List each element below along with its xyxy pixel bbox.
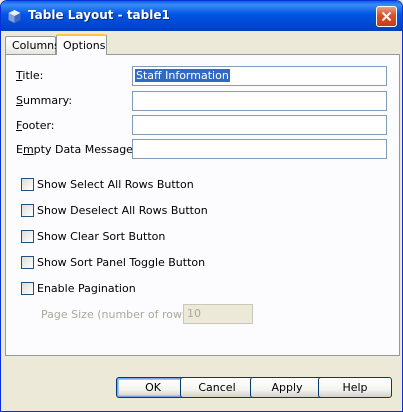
tab-options-label: Options bbox=[63, 39, 106, 52]
tab-columns[interactable]: Columns bbox=[5, 36, 60, 54]
summary-field[interactable] bbox=[132, 91, 387, 111]
title-field[interactable]: Staff Information bbox=[132, 66, 387, 86]
title-bar[interactable]: Table Layout - table1 bbox=[1, 1, 402, 31]
checkbox-box[interactable] bbox=[21, 178, 34, 191]
checkbox-label: Show Clear Sort Button bbox=[37, 230, 166, 243]
empty-data-message-field[interactable] bbox=[132, 139, 387, 159]
title-label: Title: bbox=[16, 69, 44, 82]
options-panel: Title: Staff Information Summary: Footer… bbox=[5, 54, 400, 356]
title-field-value: Staff Information bbox=[135, 69, 230, 82]
empty-data-message-label: Empty Data Message: bbox=[16, 143, 137, 156]
cancel-button[interactable]: Cancel bbox=[180, 377, 254, 398]
footer-field[interactable] bbox=[132, 115, 387, 135]
checkbox-box[interactable] bbox=[21, 230, 34, 243]
page-size-field: 10 bbox=[183, 304, 253, 324]
ok-button[interactable]: OK bbox=[116, 377, 190, 398]
checkbox-box[interactable] bbox=[21, 256, 34, 269]
page-size-label: Page Size (number of rows): bbox=[41, 308, 196, 321]
checkbox-label: Show Sort Panel Toggle Button bbox=[37, 256, 206, 269]
close-button[interactable] bbox=[376, 6, 397, 27]
tab-options[interactable]: Options bbox=[56, 34, 107, 55]
checkbox-label: Enable Pagination bbox=[37, 282, 136, 295]
checkbox-box[interactable] bbox=[21, 282, 34, 295]
checkbox-box[interactable] bbox=[21, 204, 34, 217]
apply-button[interactable]: Apply bbox=[250, 377, 324, 398]
footer-label: Footer: bbox=[16, 119, 55, 132]
close-icon bbox=[381, 11, 392, 22]
summary-label: Summary: bbox=[16, 94, 73, 107]
tab-columns-label: Columns bbox=[12, 39, 60, 52]
dialog-window: Table Layout - table1 Columns Options Ti… bbox=[0, 0, 403, 412]
checkbox-label: Show Select All Rows Button bbox=[37, 178, 194, 191]
checkbox-label: Show Deselect All Rows Button bbox=[37, 204, 208, 217]
tab-bar: Columns Options bbox=[5, 34, 400, 55]
help-button[interactable]: Help bbox=[318, 377, 392, 398]
app-cube-icon bbox=[8, 10, 21, 23]
window-title: Table Layout - table1 bbox=[28, 8, 170, 22]
